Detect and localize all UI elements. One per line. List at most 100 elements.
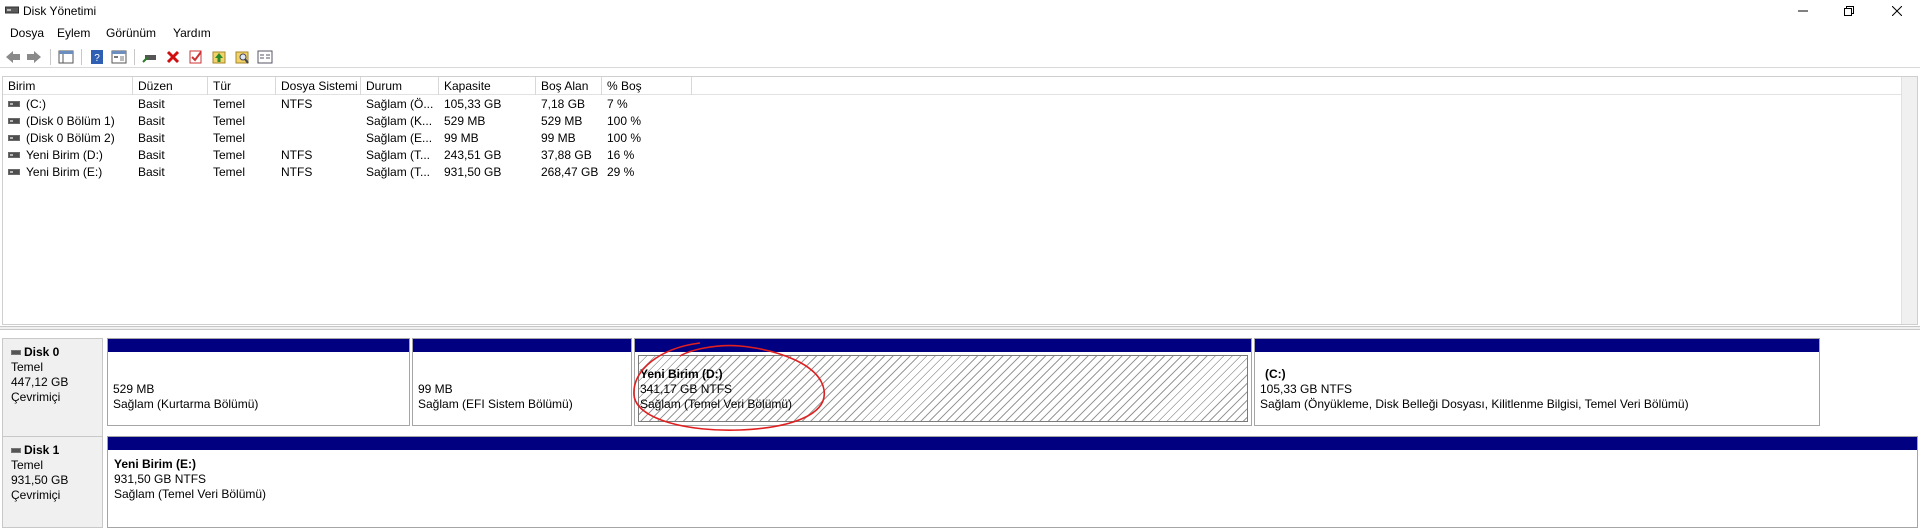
- details-icon[interactable]: [257, 49, 273, 65]
- cell-tur: Temel: [213, 165, 246, 179]
- export-icon[interactable]: [211, 49, 227, 65]
- cell-duzen: Basit: [138, 114, 165, 128]
- partition-size: 99 MB: [418, 382, 453, 396]
- disk-management-app-icon: [5, 6, 19, 14]
- volume-list-scrollbar[interactable]: [1901, 77, 1917, 324]
- column-header-durum[interactable]: Durum: [361, 77, 439, 95]
- menu-eylem[interactable]: Eylem: [57, 26, 90, 40]
- help-icon[interactable]: ?: [89, 49, 105, 65]
- cell-dosya-sistemi: NTFS: [281, 97, 313, 111]
- toolbar-separator: [50, 49, 51, 65]
- disk-0-status: Çevrimiçi: [11, 390, 61, 404]
- cell-yuzde-bos: 100 %: [607, 114, 642, 128]
- toolbar-separator: [81, 49, 82, 65]
- minimize-icon: [1798, 10, 1808, 12]
- partition-efi[interactable]: 99 MB Sağlam (EFI Sistem Bölümü): [412, 338, 632, 426]
- column-header-yuzde-bos[interactable]: % Boş: [602, 77, 692, 95]
- properties-icon[interactable]: [111, 49, 127, 65]
- volume-row[interactable]: (C:) Basit Temel NTFS Sağlam (Ö... 105,3…: [3, 96, 1903, 113]
- disk-1-size: 931,50 GB: [11, 473, 69, 487]
- cell-dosya-sistemi: NTFS: [281, 148, 313, 162]
- cell-kapasite: 529 MB: [444, 114, 486, 128]
- partition-status: Sağlam (Kurtarma Bölümü): [113, 397, 259, 411]
- partition-status: Sağlam (Önyükleme, Disk Belleği Dosyası,…: [1260, 397, 1689, 411]
- cell-yuzde-bos: 29 %: [607, 165, 635, 179]
- partition-band: [1255, 339, 1819, 352]
- partition-recovery[interactable]: 529 MB Sağlam (Kurtarma Bölümü): [107, 338, 410, 426]
- minimize-button[interactable]: [1780, 0, 1826, 22]
- partition-band: [413, 339, 631, 352]
- volume-row[interactable]: (Disk 0 Bölüm 2) Basit Temel Sağlam (E..…: [3, 130, 1903, 147]
- menu-dosya[interactable]: Dosya: [10, 26, 44, 40]
- cell-durum: Sağlam (E...: [366, 131, 433, 145]
- disk-1-label[interactable]: Disk 1 Temel 931,50 GB Çevrimiçi: [2, 436, 103, 528]
- cell-duzen: Basit: [138, 165, 165, 179]
- toolbar: ?: [0, 46, 1920, 68]
- partition-d-selected[interactable]: Yeni Birim (D:) 341,17 GB NTFS Sağlam (T…: [634, 338, 1252, 426]
- cell-tur: Temel: [213, 114, 246, 128]
- disk-1-name: Disk 1: [11, 443, 102, 458]
- connect-icon[interactable]: [142, 49, 158, 65]
- column-header-duzen[interactable]: Düzen: [133, 77, 208, 95]
- partition-title: (C:): [1265, 367, 1286, 381]
- menu-gorunum[interactable]: Görünüm: [106, 26, 156, 40]
- cell-tur: Temel: [213, 148, 246, 162]
- cell-birim: (Disk 0 Bölüm 2): [26, 131, 115, 145]
- partition-e[interactable]: Yeni Birim (E:) 931,50 GB NTFS Sağlam (T…: [107, 436, 1918, 528]
- title-bar: Disk Yönetimi: [0, 0, 1920, 22]
- volume-icon: [8, 101, 20, 107]
- find-icon[interactable]: [234, 49, 250, 65]
- partition-status: Sağlam (Temel Veri Bölümü): [640, 397, 793, 411]
- cell-kapasite: 105,33 GB: [444, 97, 502, 111]
- cell-tur: Temel: [213, 97, 246, 111]
- disk-icon: [11, 448, 21, 453]
- cell-durum: Sağlam (T...: [366, 165, 431, 179]
- column-header-birim[interactable]: Birim: [3, 77, 133, 95]
- cell-dosya-sistemi: [276, 113, 361, 130]
- partition-size: 341,17 GB NTFS: [640, 382, 733, 396]
- partition-status: Sağlam (Temel Veri Bölümü): [114, 487, 267, 501]
- cell-birim: Yeni Birim (D:): [26, 148, 103, 162]
- cell-birim: (Disk 0 Bölüm 1): [26, 114, 115, 128]
- partition-title: Yeni Birim (D:): [640, 367, 723, 381]
- restore-button[interactable]: [1826, 0, 1872, 22]
- cell-kapasite: 243,51 GB: [444, 148, 502, 162]
- volume-list: Birim Düzen Tür Dosya Sistemi Durum Kapa…: [2, 76, 1918, 325]
- partition-c[interactable]: (C:) 105,33 GB NTFS Sağlam (Önyükleme, D…: [1254, 338, 1820, 426]
- partition-band: [108, 339, 409, 352]
- menu-yardim[interactable]: Yardım: [173, 26, 211, 40]
- column-header-bos-alan[interactable]: Boş Alan: [536, 77, 602, 95]
- disk-0-label[interactable]: Disk 0 Temel 447,12 GB Çevrimiçi: [2, 338, 103, 438]
- volume-row[interactable]: Yeni Birim (D:) Basit Temel NTFS Sağlam …: [3, 147, 1903, 164]
- window-title: Disk Yönetimi: [23, 4, 97, 18]
- cell-bos-alan: 268,47 GB: [541, 165, 599, 179]
- volume-row[interactable]: Yeni Birim (E:) Basit Temel NTFS Sağlam …: [3, 164, 1903, 181]
- cell-duzen: Basit: [138, 131, 165, 145]
- check-icon[interactable]: [188, 49, 204, 65]
- delete-icon[interactable]: [165, 49, 181, 65]
- disk-graphic-view: Disk 0 Temel 447,12 GB Çevrimiçi 529 MB …: [0, 330, 1920, 528]
- cell-tur: Temel: [213, 131, 246, 145]
- partition-band: [108, 437, 1917, 450]
- disk-1-type: Temel: [11, 458, 44, 472]
- volume-row[interactable]: (Disk 0 Bölüm 1) Basit Temel Sağlam (K..…: [3, 113, 1903, 130]
- volume-list-header: Birim Düzen Tür Dosya Sistemi Durum Kapa…: [3, 77, 1903, 95]
- forward-arrow-icon[interactable]: [26, 49, 42, 65]
- cell-yuzde-bos: 7 %: [607, 97, 628, 111]
- column-header-kapasite[interactable]: Kapasite: [439, 77, 536, 95]
- cell-durum: Sağlam (K...: [366, 114, 433, 128]
- console-tree-icon[interactable]: [58, 49, 74, 65]
- toolbar-separator: [134, 49, 135, 65]
- column-header-dosya-sistemi[interactable]: Dosya Sistemi: [276, 77, 361, 95]
- cell-durum: Sağlam (T...: [366, 148, 431, 162]
- disk-icon: [11, 350, 21, 355]
- partition-status: Sağlam (EFI Sistem Bölümü): [418, 397, 573, 411]
- cell-kapasite: 931,50 GB: [444, 165, 502, 179]
- column-header-tur[interactable]: Tür: [208, 77, 276, 95]
- disk-0-type: Temel: [11, 360, 44, 374]
- cell-bos-alan: 37,88 GB: [541, 148, 592, 162]
- back-arrow-icon[interactable]: [5, 49, 21, 65]
- cell-bos-alan: 7,18 GB: [541, 97, 586, 111]
- volume-icon: [8, 169, 20, 175]
- close-button[interactable]: [1874, 0, 1920, 22]
